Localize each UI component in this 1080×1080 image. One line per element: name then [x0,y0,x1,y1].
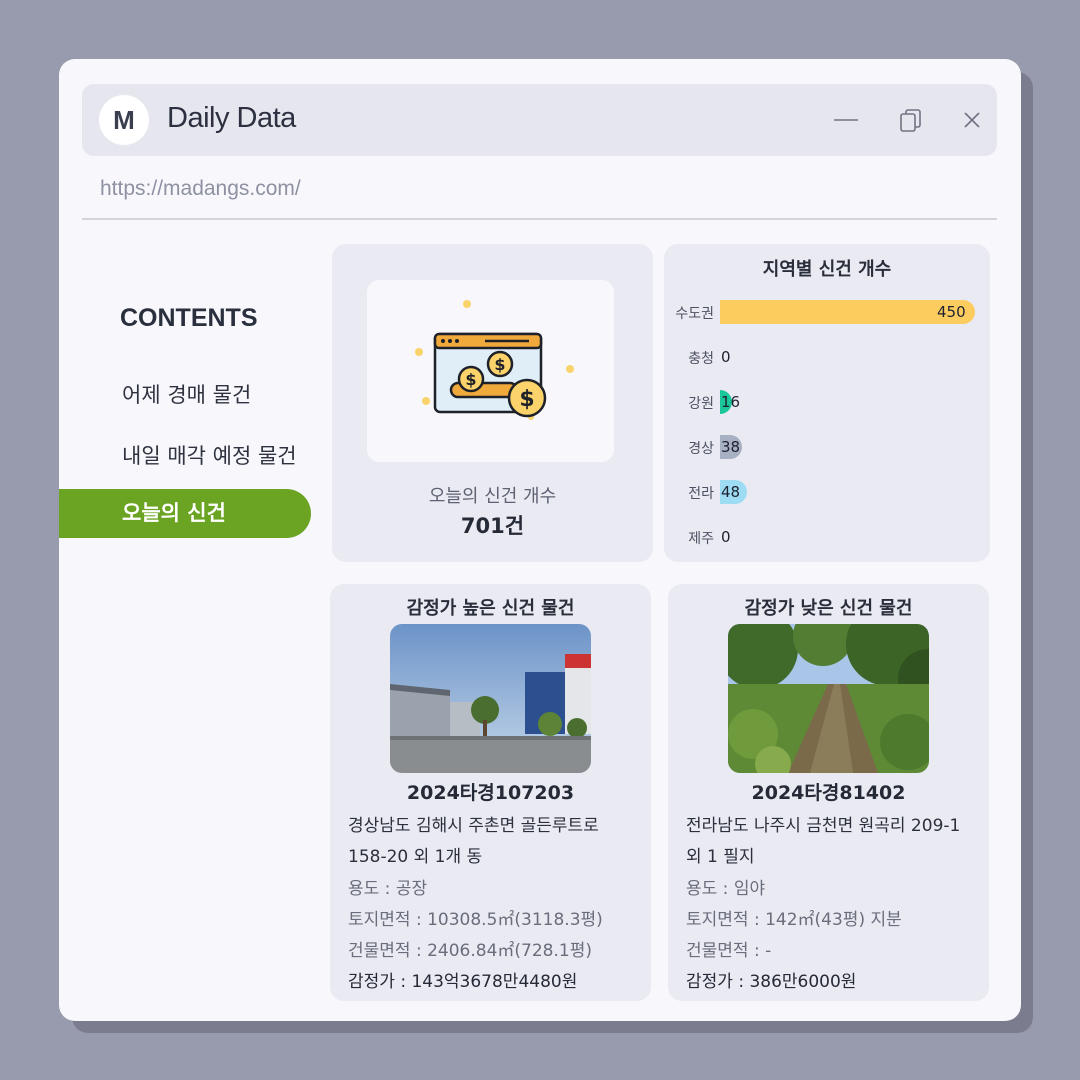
minimize-button[interactable] [830,104,862,136]
region-count-card: 지역별 신건 개수 수도권 450 충청 0 강원 16 경상 38 전라 48 제주 0 [664,244,990,562]
svg-text:$: $ [465,370,476,389]
copy-icon [900,109,921,132]
low-appraisal-price: 감정가 : 386만6000원 [686,972,857,992]
high-appraisal-card[interactable]: 감정가 높은 신건 물건 2024타경107203 경상남도 김해시 주촌면 골… [330,584,651,1001]
sidebar-item-yesterday-auctions[interactable]: 어제 경매 물건 [59,371,311,420]
region-bar-row: 경상 38 [664,435,990,459]
close-button[interactable] [956,104,988,136]
today-count-label: 오늘의 신건 개수 [428,486,557,507]
close-icon [964,112,980,128]
money-browser-icon: $ $ $ [415,300,574,420]
high-appraisal-heading: 감정가 높은 신건 물건 [406,598,575,619]
region-bar-value: 0 [721,348,731,366]
region-bar-label: 전라 [688,486,714,502]
high-address: 경상남도 김해시 주촌면 골든루트로 158-20 외 1개 동 [348,816,599,867]
app-window: M Daily Data https://madangs.com/ CONTEN… [59,59,1021,1021]
minimize-icon [834,119,858,121]
region-bar-label: 수도권 [675,306,714,322]
region-bar-row: 충청 0 [664,345,990,369]
app-logo: M [99,95,149,145]
region-bar-value: 450 [937,303,966,321]
restore-button[interactable] [895,104,927,136]
svg-text:$: $ [519,387,534,412]
sidebar-item-today-new[interactable]: 오늘의 신건 [59,489,311,538]
region-bar-value: 16 [721,393,741,411]
low-usage: 용도 : 임야 [686,879,766,899]
low-land-area: 토지면적 : 142㎡(43평) 지분 [686,910,902,930]
region-bar-label: 경상 [688,441,714,457]
low-appraisal-card[interactable]: 감정가 낮은 신건 물건 2024타경81402 전라남도 나주시 금천면 원곡… [668,584,989,1001]
high-land-area: 토지면적 : 10308.5㎡(3118.3평) [348,910,603,930]
today-count-card: $ $ $ 오늘의 신건 개수 701건 [332,244,653,562]
factory-photo[interactable] [390,624,591,773]
region-bar-row: 수도권 450 [664,300,990,324]
high-appraisal-price: 감정가 : 143억3678만4480원 [348,972,578,992]
title-bar: M Daily Data [82,84,997,156]
svg-text:$: $ [494,355,505,374]
region-bar-value: 48 [721,483,741,501]
app-title: Daily Data [167,102,296,134]
today-count-value: 701건 [460,514,525,538]
region-bar-row: 제주 0 [664,525,990,549]
high-case-number: 2024타경107203 [406,782,575,804]
high-usage: 용도 : 공장 [348,879,428,899]
region-bar-label: 충청 [688,351,714,367]
low-case-number: 2024타경81402 [751,782,906,804]
region-bar-row: 전라 48 [664,480,990,504]
divider [82,218,997,220]
region-bar-value: 38 [721,438,741,456]
forest-path-photo[interactable] [728,624,929,773]
region-bar-value: 0 [721,528,731,546]
low-appraisal-heading: 감정가 낮은 신건 물건 [744,598,913,619]
sidebar-item-tomorrow-sales[interactable]: 내일 매각 예정 물건 [59,432,311,481]
icon-frame: $ $ $ [367,280,614,462]
low-building-area: 건물면적 : - [686,941,772,961]
region-bar-row: 강원 16 [664,390,990,414]
sidebar-heading: CONTENTS [120,304,258,332]
url-bar[interactable]: https://madangs.com/ [100,177,301,201]
region-chart-title: 지역별 신건 개수 [762,259,892,280]
region-bar-label: 강원 [688,396,714,412]
region-bar-label: 제주 [688,531,714,547]
high-building-area: 건물면적 : 2406.84㎡(728.1평) [348,941,592,961]
low-address: 전라남도 나주시 금천면 원곡리 209-1 외 1 필지 [686,816,961,867]
